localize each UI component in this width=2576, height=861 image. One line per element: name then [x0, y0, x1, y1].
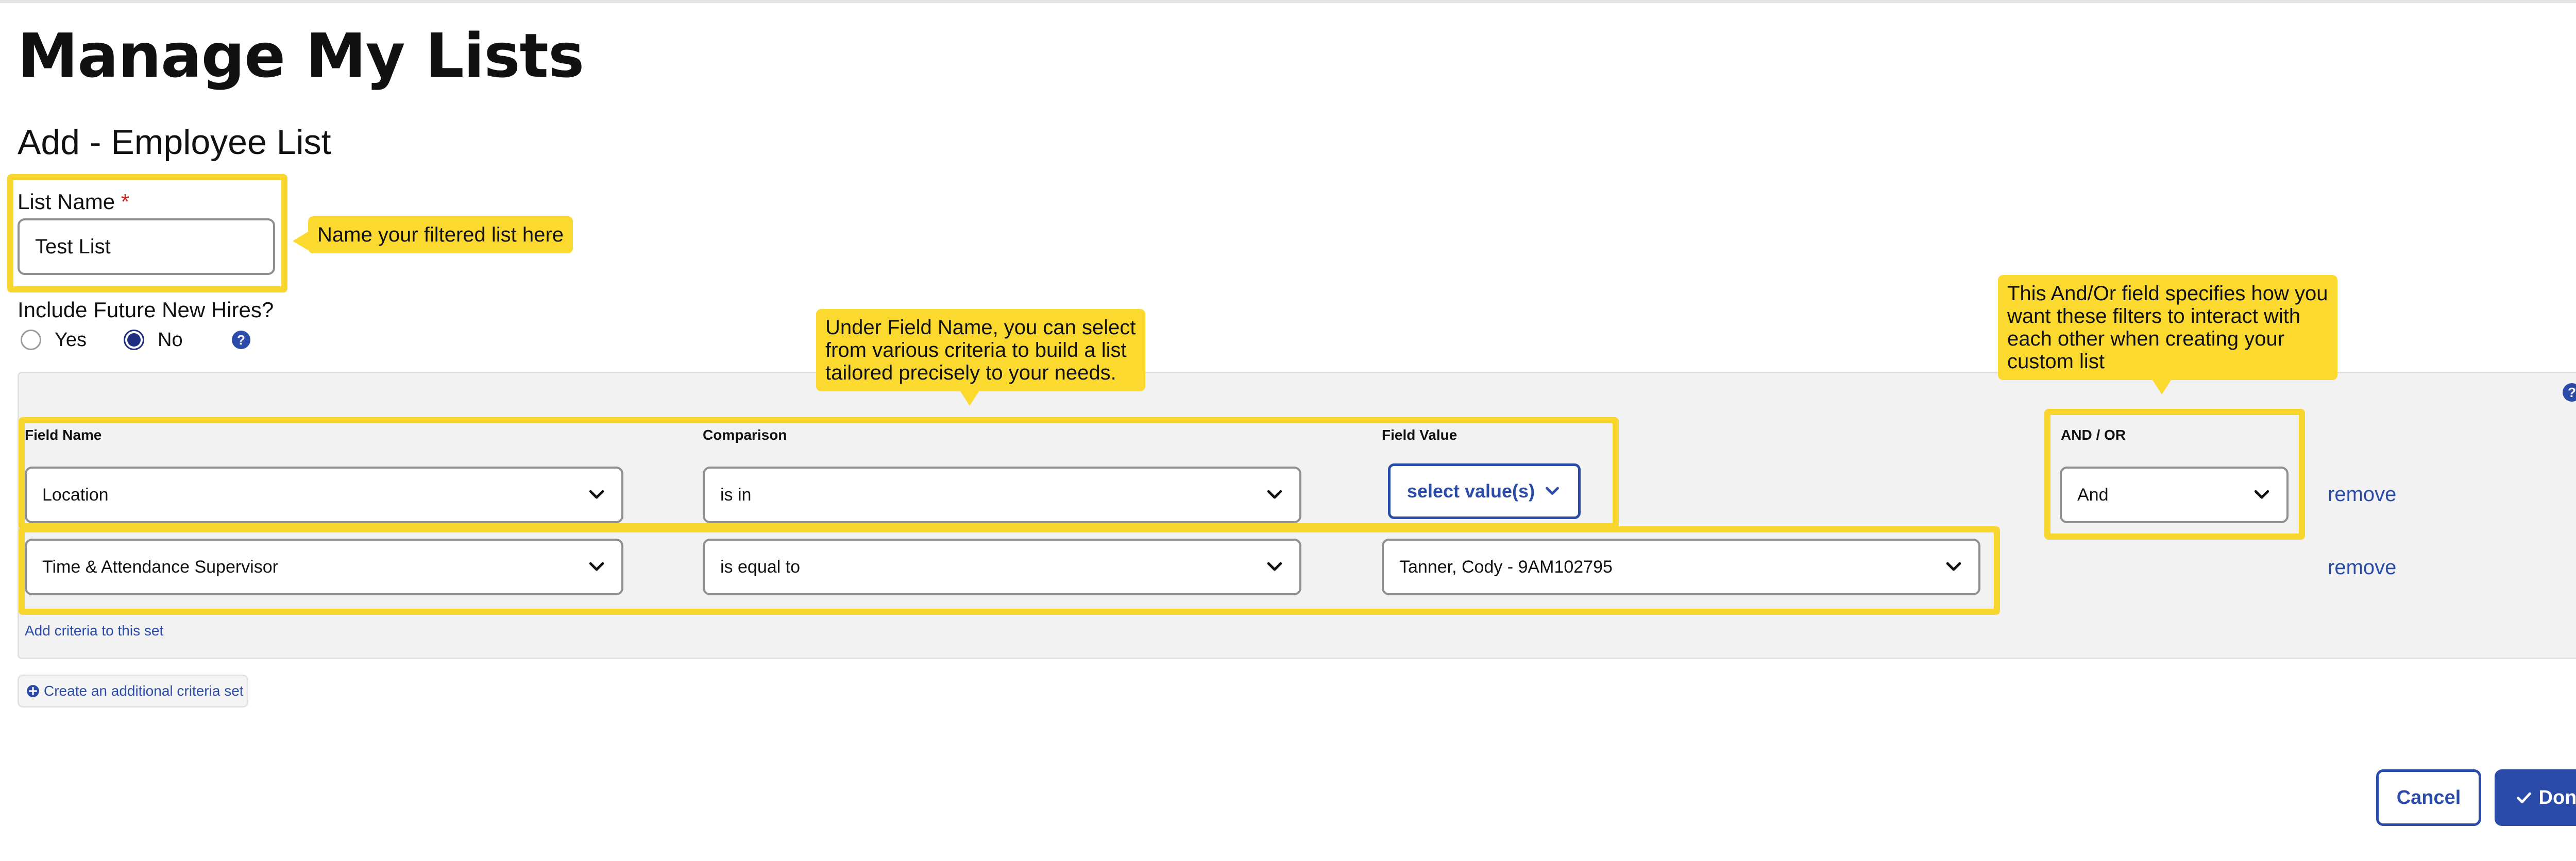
- highlight-criteria-row: [19, 417, 1619, 529]
- check-icon: [2516, 792, 2531, 803]
- remove-link-2[interactable]: remove: [2328, 555, 2396, 580]
- highlight-criteria-row-2: [19, 526, 2000, 615]
- tooltip-list-name-line: Name your filtered list here: [317, 223, 564, 246]
- plus-circle-icon: [27, 685, 39, 697]
- done-label: Done: [2538, 786, 2576, 808]
- tooltip-field-name: Under Field Name, you can select from va…: [816, 309, 1145, 406]
- future-hires-label: Include Future New Hires?: [18, 298, 274, 322]
- add-criteria-link[interactable]: Add criteria to this set: [25, 622, 163, 640]
- top-border: [0, 0, 2576, 3]
- radio-no-label: No: [158, 329, 183, 351]
- help-icon[interactable]: ?: [232, 331, 250, 349]
- page-title: Manage My Lists: [18, 20, 584, 91]
- tooltip-and-or-line-1: This And/Or field specifies how you: [2007, 282, 2328, 305]
- tooltip-field-name-line-1: Under Field Name, you can select: [825, 316, 1136, 339]
- tooltip-and-or-line-4: custom list: [2007, 350, 2105, 373]
- tooltip-and-or: This And/Or field specifies how you want…: [1998, 275, 2337, 394]
- tooltip-and-or-line-2: want these filters to interact with: [2007, 305, 2301, 328]
- done-button[interactable]: Done: [2495, 769, 2576, 826]
- cancel-button[interactable]: Cancel: [2376, 769, 2481, 826]
- create-criteria-set-button[interactable]: Create an additional criteria set: [18, 675, 248, 708]
- tooltip-and-or-line-3: each other when creating your: [2007, 328, 2285, 350]
- tooltip-field-name-line-3: tailored precisely to your needs.: [825, 361, 1116, 384]
- page-subtitle: Add - Employee List: [18, 123, 331, 162]
- tooltip-list-name: Name your filtered list here: [293, 216, 573, 253]
- create-criteria-set-label: Create an additional criteria set: [44, 683, 244, 699]
- radio-no[interactable]: [124, 330, 144, 350]
- radio-yes[interactable]: [21, 330, 41, 350]
- radio-yes-label: Yes: [55, 329, 87, 351]
- tooltip-field-name-line-2: from various criteria to build a list: [825, 339, 1127, 361]
- highlight-and-or: [2044, 409, 2305, 540]
- remove-link-1[interactable]: remove: [2328, 482, 2396, 507]
- highlight-list-name: [7, 174, 287, 292]
